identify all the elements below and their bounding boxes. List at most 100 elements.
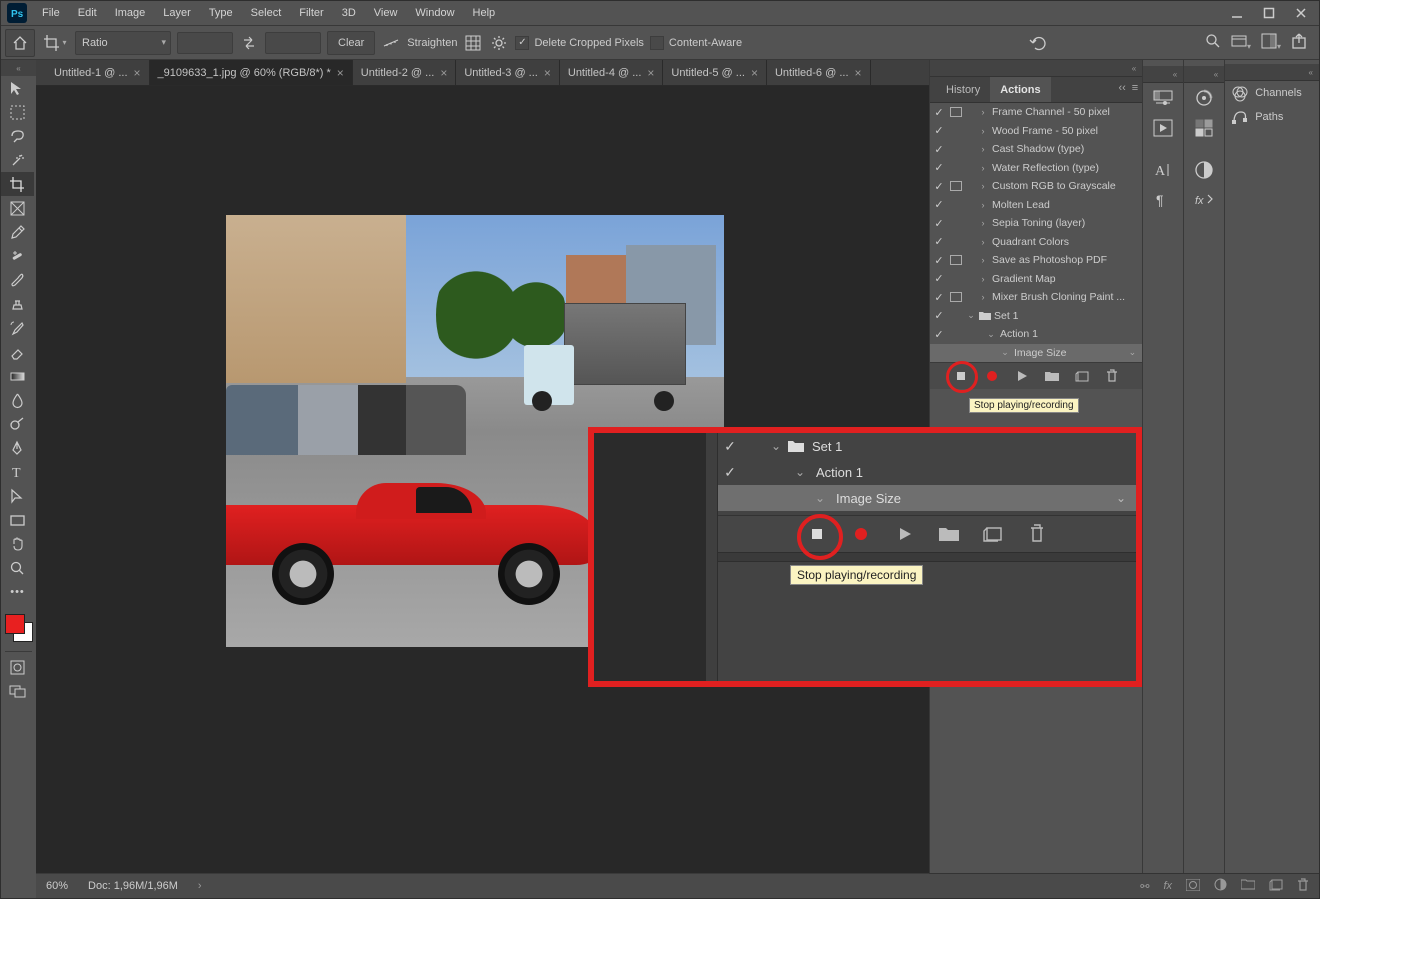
menu-layer[interactable]: Layer (154, 1, 200, 25)
action-step-row[interactable]: ⌄Image Size⌄ (930, 344, 1142, 363)
action-row[interactable]: ⌄Action 1 (718, 459, 1136, 485)
check-icon[interactable] (930, 143, 948, 156)
adjustment-layer-icon[interactable] (1214, 878, 1227, 894)
overlay-grid-icon[interactable] (463, 33, 483, 53)
new-action-button[interactable] (1073, 367, 1091, 385)
styles-panel-icon[interactable]: fx (1184, 185, 1224, 215)
wand-tool[interactable] (1, 148, 34, 172)
quickmask-icon[interactable] (1, 655, 34, 679)
brush-tool[interactable] (1, 268, 34, 292)
collapse-icon[interactable]: ⌄ (766, 439, 786, 453)
play-panel-icon[interactable] (1143, 113, 1183, 143)
layer-mask-icon[interactable] (1186, 879, 1200, 894)
check-icon[interactable] (930, 124, 948, 137)
play-button[interactable] (1013, 367, 1031, 385)
eraser-tool[interactable] (1, 340, 34, 364)
dodge-tool[interactable] (1, 412, 34, 436)
link-layers-icon[interactable]: ⚯ (1140, 880, 1149, 893)
new-action-button[interactable] (981, 522, 1005, 546)
new-set-button[interactable] (1043, 367, 1061, 385)
document-tab[interactable]: Untitled-6 @ ...× (767, 60, 871, 85)
toolbox-collapse-icon[interactable]: « (1, 60, 36, 77)
expand-icon[interactable]: › (976, 144, 990, 154)
close-icon[interactable]: × (647, 66, 654, 80)
paths-panel-button[interactable]: Paths (1225, 105, 1319, 129)
check-icon[interactable] (930, 309, 948, 322)
begin-recording-button[interactable] (983, 367, 1001, 385)
character-panel-icon[interactable]: A (1143, 155, 1183, 185)
dialog-toggle-icon[interactable] (948, 255, 964, 265)
pen-tool[interactable] (1, 436, 34, 460)
layer-fx-icon[interactable]: fx (1163, 880, 1172, 892)
close-button[interactable] (1293, 6, 1309, 20)
type-tool[interactable]: T (1, 460, 34, 484)
collapse-icon[interactable]: ⌄ (964, 310, 978, 321)
dialog-toggle-icon[interactable] (948, 292, 964, 302)
actions-list[interactable]: ›Frame Channel - 50 pixel ›Wood Frame - … (930, 103, 1142, 362)
content-aware-checkbox[interactable]: Content-Aware (650, 36, 742, 50)
crop-settings-icon[interactable] (489, 33, 509, 53)
new-group-icon[interactable] (1241, 879, 1255, 893)
ratio-dropdown[interactable]: Ratio (75, 31, 171, 55)
menu-window[interactable]: Window (406, 1, 463, 25)
check-icon[interactable] (718, 438, 742, 455)
foreground-color-swatch[interactable] (5, 614, 25, 634)
check-icon[interactable] (930, 180, 948, 193)
healing-brush-tool[interactable] (1, 244, 34, 268)
close-icon[interactable]: × (855, 66, 862, 80)
path-select-tool[interactable] (1, 484, 34, 508)
swatches-panel-icon[interactable] (1184, 113, 1224, 143)
action-row[interactable]: ›Sepia Toning (layer) (930, 214, 1142, 233)
action-row[interactable]: ›Save as Photoshop PDF (930, 251, 1142, 270)
swap-icon[interactable] (239, 33, 259, 53)
panel-menu-icon[interactable]: ≡ (1132, 82, 1138, 94)
action-row[interactable]: ›Custom RGB to Grayscale (930, 177, 1142, 196)
menu-type[interactable]: Type (200, 1, 242, 25)
document-tab[interactable]: _9109633_1.jpg @ 60% (RGB/8*) *× (150, 60, 353, 85)
action-set-row[interactable]: ⌄Set 1 (718, 433, 1136, 459)
panel-collapse-icon[interactable]: « (1143, 66, 1183, 83)
chevron-down-icon[interactable]: ⌄ (1129, 347, 1143, 358)
menu-3d[interactable]: 3D (333, 1, 365, 25)
clear-button[interactable]: Clear (327, 31, 375, 55)
screenmode-icon[interactable] (1, 679, 34, 703)
action-row[interactable]: ›Quadrant Colors (930, 233, 1142, 252)
expand-icon[interactable]: › (976, 126, 990, 136)
panel-collapse-icon[interactable]: « (1225, 64, 1319, 81)
collapse-icon[interactable]: ⌄ (790, 465, 810, 479)
stop-recording-button[interactable] (951, 366, 971, 386)
workspace-switcher-icon[interactable]: ▾ (1261, 33, 1281, 52)
new-set-button[interactable] (937, 522, 961, 546)
check-icon[interactable] (930, 254, 948, 267)
expand-icon[interactable]: › (976, 107, 990, 117)
dialog-toggle-icon[interactable] (948, 181, 964, 191)
collapse-icon[interactable]: ⌄ (998, 347, 1012, 358)
expand-icon[interactable]: › (976, 181, 990, 191)
action-set-row[interactable]: ⌄Set 1 (930, 307, 1142, 326)
check-icon[interactable] (930, 291, 948, 304)
edit-toolbar-icon[interactable]: ••• (1, 580, 34, 604)
action-row[interactable]: ⌄Action 1 (930, 325, 1142, 344)
height-input[interactable] (265, 32, 321, 54)
check-icon[interactable] (718, 464, 742, 481)
action-row[interactable]: ›Wood Frame - 50 pixel (930, 122, 1142, 141)
menu-view[interactable]: View (365, 1, 407, 25)
actions-tab[interactable]: Actions (990, 77, 1050, 102)
expand-icon[interactable]: › (976, 218, 990, 228)
check-icon[interactable] (930, 106, 948, 119)
delete-layer-icon[interactable] (1297, 878, 1309, 895)
panel-prev-icon[interactable]: ‹‹ (1118, 82, 1125, 94)
action-row[interactable]: ›Molten Lead (930, 196, 1142, 215)
action-row[interactable]: ›Frame Channel - 50 pixel (930, 103, 1142, 122)
straighten-icon[interactable] (381, 33, 401, 53)
minimize-button[interactable] (1229, 6, 1245, 20)
delete-cropped-checkbox[interactable]: Delete Cropped Pixels (515, 36, 643, 50)
menu-edit[interactable]: Edit (69, 1, 106, 25)
collapse-icon[interactable]: ⌄ (810, 491, 830, 505)
color-panel-icon[interactable] (1143, 83, 1183, 113)
zoom-level[interactable]: 60% (46, 880, 68, 892)
menu-image[interactable]: Image (106, 1, 155, 25)
stop-recording-button[interactable] (805, 522, 829, 546)
reset-crop-icon[interactable] (1028, 32, 1050, 54)
document-tab[interactable]: Untitled-1 @ ...× (46, 60, 150, 85)
